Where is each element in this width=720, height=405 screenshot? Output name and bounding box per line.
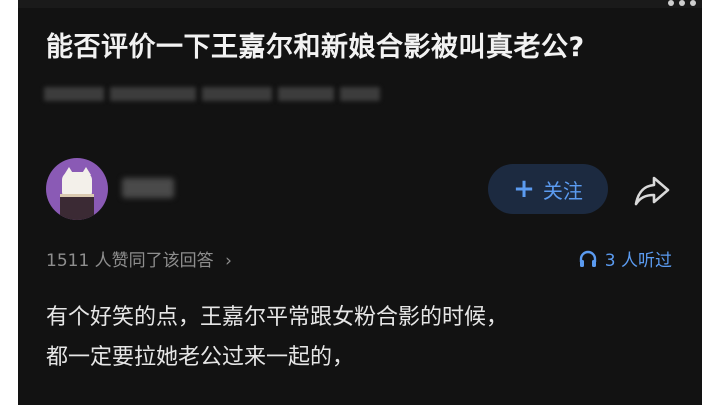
answer-body[interactable]: 有个好笑的点，王嘉尔平常跟女粉合影的时候， 都一定要拉她老公过来一起的，	[46, 298, 686, 378]
plus-icon: +	[513, 174, 535, 204]
chevron-right-icon: ›	[225, 251, 232, 271]
username-blurred[interactable]	[122, 178, 174, 198]
follow-button[interactable]: + 关注	[488, 164, 608, 214]
agree-text: 1511 人赞同了该回答	[46, 251, 214, 271]
status-bar	[18, 0, 702, 8]
answer-screen: 能否评价一下王嘉尔和新娘合影被叫真老公? + 关注 1511 人赞同了该回答 ›…	[18, 0, 702, 405]
headphones-icon	[579, 250, 596, 267]
question-meta-blurred	[44, 86, 380, 102]
question-title[interactable]: 能否评价一下王嘉尔和新娘合影被叫真老公?	[46, 28, 686, 68]
answer-line: 都一定要拉她老公过来一起的，	[46, 345, 355, 370]
more-menu-icon[interactable]	[668, 0, 696, 6]
answer-line: 有个好笑的点，王嘉尔平常跟女粉合影的时候，	[46, 305, 509, 330]
follow-label: 关注	[542, 178, 583, 203]
book-shape	[60, 194, 94, 220]
listen-text: 3 人听过	[604, 251, 672, 271]
agree-count[interactable]: 1511 人赞同了该回答 ›	[46, 246, 232, 271]
avatar[interactable]	[46, 158, 108, 220]
listen-count[interactable]: 3 人听过	[579, 246, 672, 271]
share-arrow-icon[interactable]	[632, 172, 672, 208]
